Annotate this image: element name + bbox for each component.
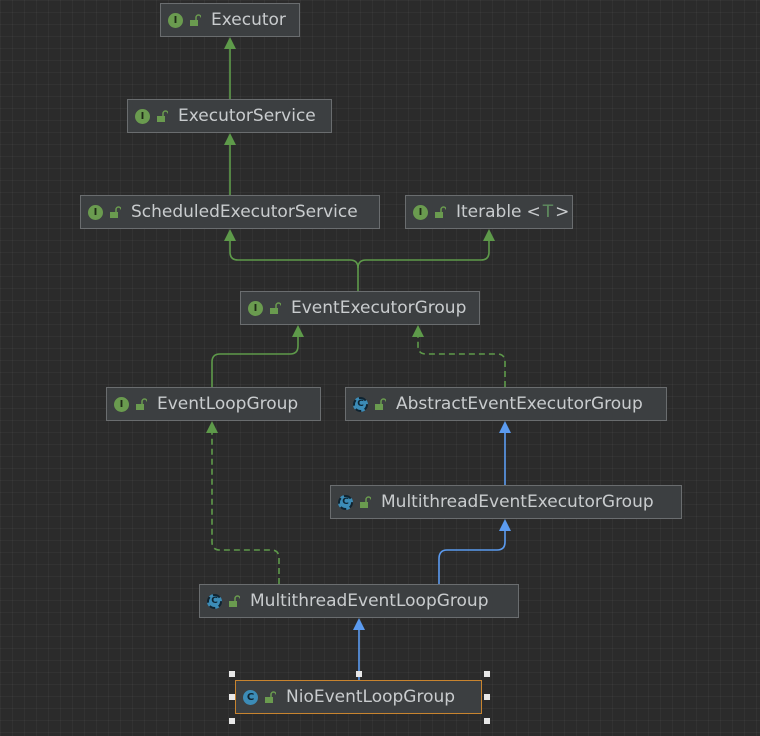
selection-handle-bottom-left[interactable]	[229, 718, 235, 724]
edge-multithreadloop-implements-eventloopgroup-arrowhead	[206, 421, 218, 433]
node-label: AbstractEventExecutorGroup	[396, 394, 643, 414]
node-event-executor-group[interactable]: I EventExecutorGroup	[240, 291, 480, 325]
lock-open-icon	[110, 205, 121, 218]
edge-abstract-implements-eventexecutorgroup-arrowhead	[412, 325, 424, 337]
interface-icon: I	[413, 204, 428, 220]
node-scheduled-executor-service[interactable]: I ScheduledExecutorService	[80, 195, 380, 229]
node-label: ExecutorService	[178, 106, 316, 126]
edge-scheduled-to-executorservice-arrowhead	[224, 133, 236, 145]
class-icon: C	[243, 689, 258, 705]
selection-handle-top-left[interactable]	[229, 671, 235, 677]
generic-open: <	[526, 202, 541, 222]
node-event-loop-group[interactable]: I EventLoopGroup	[106, 387, 321, 421]
interface-icon: I	[114, 396, 129, 412]
node-abstract-event-executor-group[interactable]: C AbstractEventExecutorGroup	[345, 387, 667, 421]
selection-handle-top-right[interactable]	[484, 671, 490, 677]
node-label: ScheduledExecutorService	[131, 202, 358, 222]
lock-open-icon	[190, 13, 201, 26]
selection-handle-middle-left[interactable]	[229, 694, 235, 700]
node-label: Iterable	[456, 202, 522, 222]
lock-open-icon	[360, 495, 371, 508]
abstract-class-icon: C	[207, 593, 222, 609]
diagram-canvas[interactable]: I Executor I ExecutorService I Scheduled…	[0, 0, 760, 736]
edge-abstract-implements-eventexecutorgroup	[417, 328, 506, 387]
interface-icon: I	[88, 204, 103, 220]
generic-close: >	[555, 202, 570, 222]
node-executor[interactable]: I Executor	[160, 3, 300, 37]
interface-icon: I	[135, 108, 150, 124]
edge-multithreadloop-implements-eventloopgroup	[211, 424, 280, 584]
node-executor-service[interactable]: I ExecutorService	[127, 99, 332, 133]
edge-nio-to-multithreadloop-arrowhead	[353, 618, 365, 630]
edge-multithreadexecutor-to-abstract-arrowhead	[499, 421, 511, 433]
lock-open-icon	[375, 397, 386, 410]
edge-eventexecutorgroup-to-scheduled-arrowhead	[224, 229, 236, 241]
selection-handle-bottom-right[interactable]	[484, 718, 490, 724]
node-label: MultithreadEventLoopGroup	[250, 591, 489, 611]
interface-icon: I	[248, 300, 263, 316]
edge-multithreadloop-to-multithreadexecutor-arrowhead	[499, 519, 511, 531]
node-label: EventLoopGroup	[157, 394, 299, 414]
abstract-class-icon: C	[353, 396, 368, 412]
lock-open-icon	[435, 205, 446, 218]
interface-icon: I	[168, 12, 183, 28]
edge-executorservice-to-executor-arrowhead	[224, 37, 236, 49]
lock-open-icon	[265, 690, 276, 703]
edge-eventloopgroup-to-eventexecutorgroup-arrowhead	[292, 325, 304, 337]
node-label: Executor	[211, 10, 286, 30]
node-label: EventExecutorGroup	[291, 298, 467, 318]
node-multithread-event-executor-group[interactable]: C MultithreadEventExecutorGroup	[330, 485, 682, 519]
edge-eventexecutorgroup-to-scheduled	[229, 232, 359, 291]
generic-type-param: T	[542, 202, 554, 222]
lock-open-icon	[136, 397, 147, 410]
edge-eventexecutorgroup-to-iterable-arrowhead	[483, 229, 495, 241]
edge-eventexecutorgroup-to-iterable	[357, 232, 490, 269]
selection-handle-top-center[interactable]	[356, 671, 362, 677]
lock-open-icon	[157, 109, 168, 122]
edge-eventloopgroup-to-eventexecutorgroup	[211, 328, 299, 387]
node-iterable[interactable]: I Iterable < T >	[405, 195, 573, 229]
abstract-class-icon: C	[338, 494, 353, 510]
node-label: NioEventLoopGroup	[286, 687, 456, 707]
lock-open-icon	[229, 594, 240, 607]
selection-handle-middle-right[interactable]	[484, 694, 490, 700]
edge-multithreadloop-to-multithreadexecutor	[438, 522, 506, 584]
node-multithread-event-loop-group[interactable]: C MultithreadEventLoopGroup	[199, 584, 519, 618]
inheritance-edges	[206, 37, 511, 680]
lock-open-icon	[270, 301, 281, 314]
node-nio-event-loop-group[interactable]: C NioEventLoopGroup	[235, 680, 482, 714]
node-label: MultithreadEventExecutorGroup	[381, 492, 654, 512]
